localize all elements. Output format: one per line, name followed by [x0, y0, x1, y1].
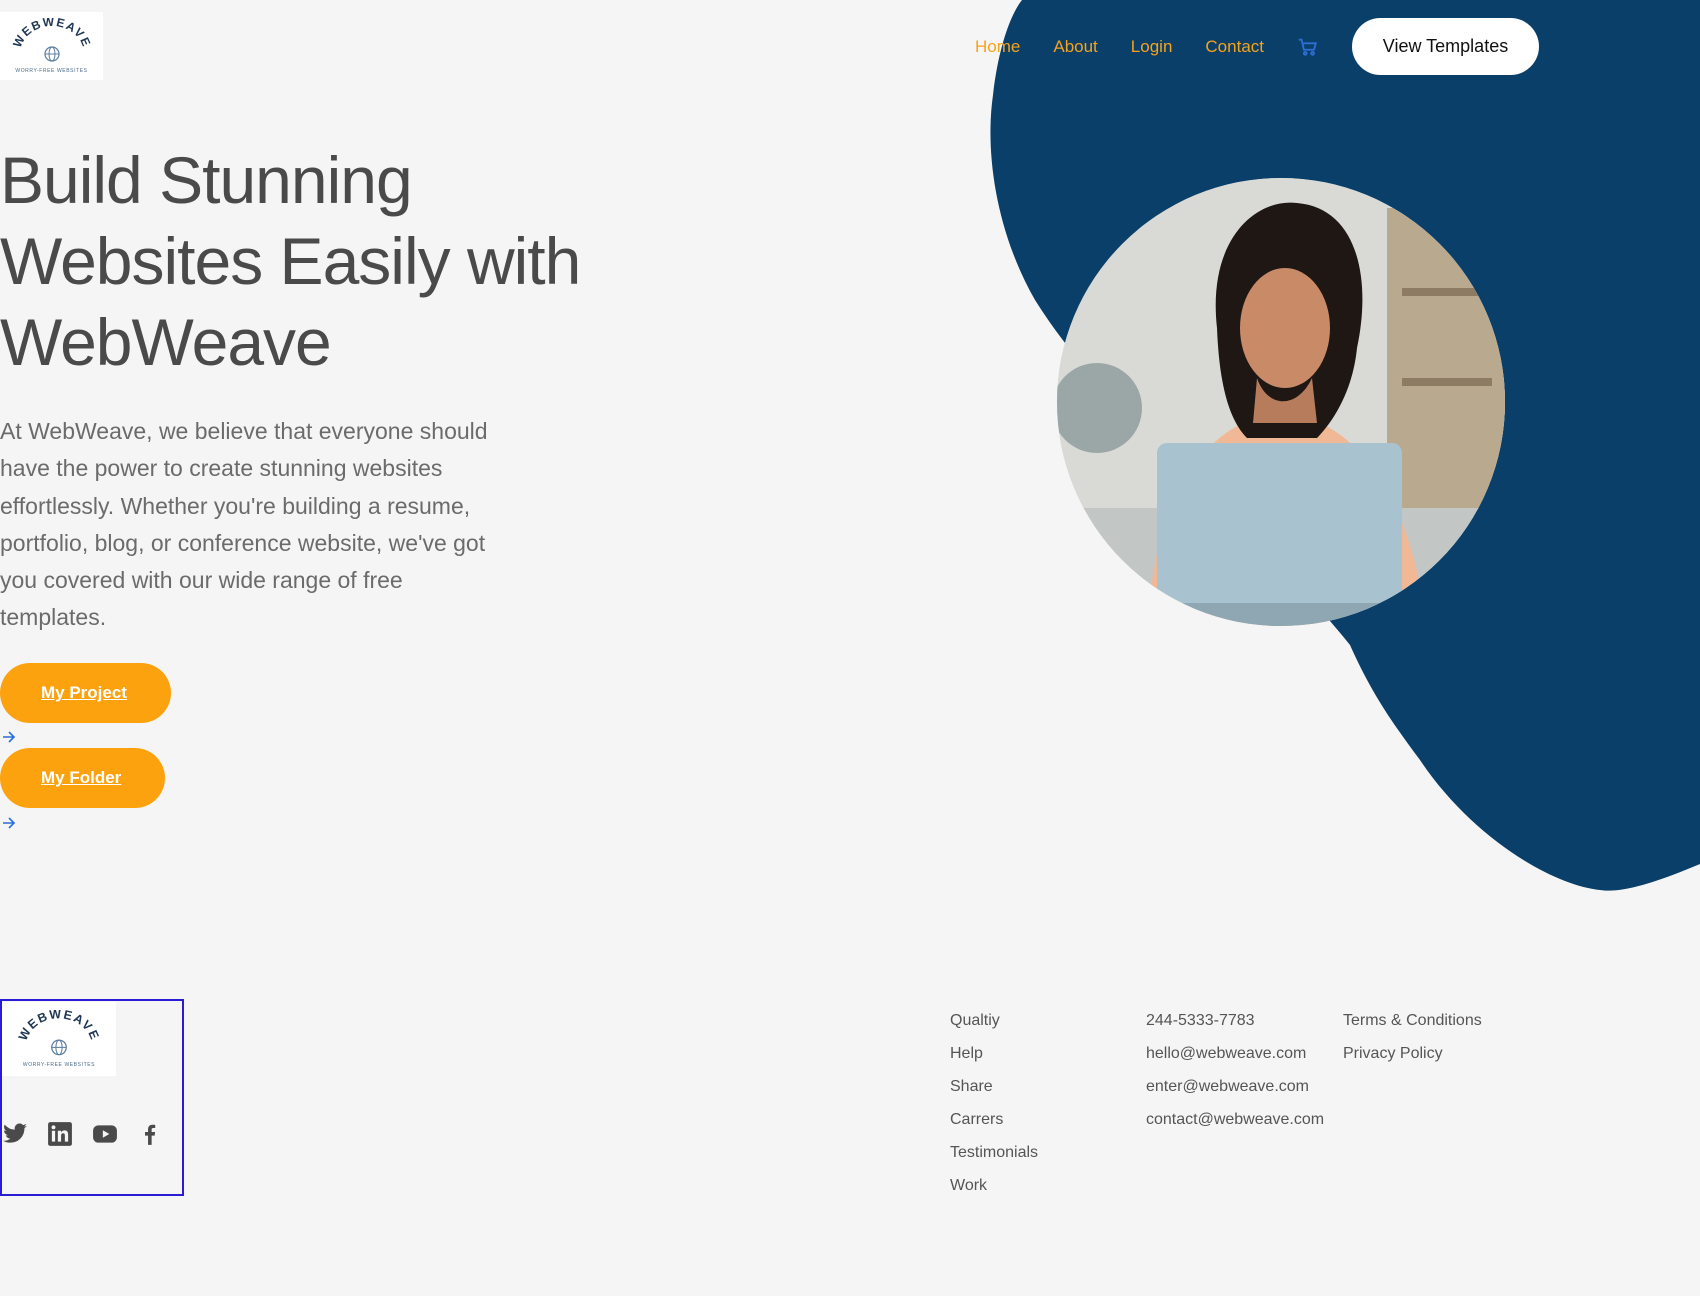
- footer-tagline: WORRY-FREE WEBSITES: [22, 1062, 96, 1068]
- nav-about[interactable]: About: [1053, 37, 1097, 57]
- footer-logo-mark: WEBWEAVE: [17, 1010, 101, 1056]
- footer-link[interactable]: Share: [950, 1070, 1038, 1103]
- social-links: [2, 1121, 182, 1147]
- footer-links-column: Qualtiy Help Share Carrers Testimonials …: [950, 1004, 1038, 1202]
- footer-phone[interactable]: 244-5333-7783: [1146, 1004, 1324, 1037]
- facebook-icon[interactable]: [137, 1121, 163, 1147]
- view-templates-button[interactable]: View Templates: [1352, 18, 1539, 75]
- footer-privacy-link[interactable]: Privacy Policy: [1343, 1037, 1482, 1070]
- twitter-icon[interactable]: [2, 1121, 28, 1147]
- footer-link[interactable]: Work: [950, 1169, 1038, 1202]
- footer-link[interactable]: Testimonials: [950, 1136, 1038, 1169]
- nav-contact[interactable]: Contact: [1205, 37, 1264, 57]
- main-nav: Home About Login Contact: [975, 36, 1319, 58]
- footer-link[interactable]: Carrers: [950, 1103, 1038, 1136]
- svg-text:WEBWEAVE: WEBWEAVE: [12, 18, 92, 50]
- footer-email[interactable]: contact@webweave.com: [1146, 1103, 1324, 1136]
- footer-contact-column: 244-5333-7783 hello@webweave.com enter@w…: [1146, 1004, 1324, 1136]
- hero-portrait-image: [1057, 178, 1505, 626]
- arrow-right-icon[interactable]: [2, 731, 16, 743]
- footer-email[interactable]: hello@webweave.com: [1146, 1037, 1324, 1070]
- brand-logo-mark: WEBWEAVE: [12, 18, 92, 62]
- hero-description: At WebWeave, we believe that everyone sh…: [0, 418, 488, 631]
- hero-title: Build Stunning Websites Easily with WebW…: [0, 143, 581, 379]
- footer-link[interactable]: Qualtiy: [950, 1004, 1038, 1037]
- my-project-button[interactable]: My Project: [0, 663, 171, 723]
- cart-icon[interactable]: [1297, 36, 1319, 58]
- footer-email[interactable]: enter@webweave.com: [1146, 1070, 1324, 1103]
- footer-legal-column: Terms & Conditions Privacy Policy: [1343, 1004, 1482, 1070]
- youtube-icon[interactable]: [92, 1121, 118, 1147]
- footer-link[interactable]: Help: [950, 1037, 1038, 1070]
- footer-logo[interactable]: WEBWEAVE WORRY-FREE WEBSITES: [2, 1002, 116, 1076]
- svg-text:WEBWEAVE: WEBWEAVE: [17, 1010, 101, 1043]
- brand-logo[interactable]: WEBWEAVE WORRY-FREE WEBSITES: [0, 12, 103, 80]
- nav-login[interactable]: Login: [1131, 37, 1173, 57]
- linkedin-icon[interactable]: [47, 1121, 73, 1147]
- nav-home[interactable]: Home: [975, 37, 1020, 57]
- footer-terms-link[interactable]: Terms & Conditions: [1343, 1004, 1482, 1037]
- brand-tagline: WORRY-FREE WEBSITES: [15, 68, 88, 74]
- my-folder-button[interactable]: My Folder: [0, 748, 165, 808]
- arrow-right-icon[interactable]: [2, 817, 16, 829]
